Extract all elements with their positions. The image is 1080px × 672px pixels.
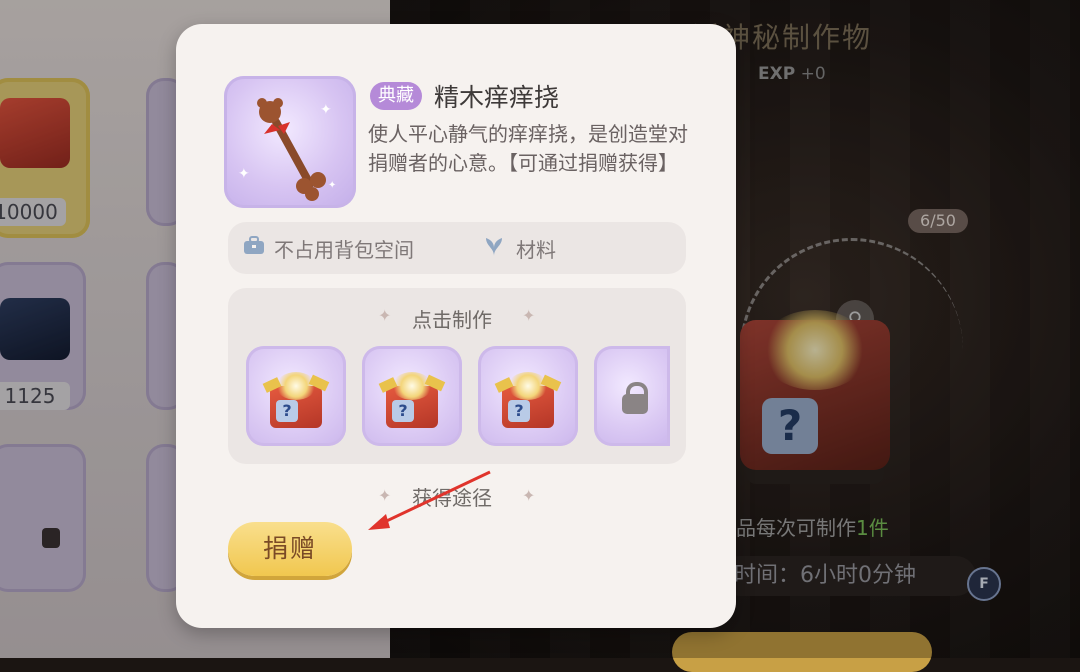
- diamond-icon: ✦: [378, 306, 392, 325]
- craft-slot[interactable]: ?: [246, 346, 346, 446]
- toolbox-icon: [244, 236, 264, 254]
- leaf-icon: [486, 238, 502, 256]
- lock-icon: [620, 382, 650, 414]
- back-scratcher-icon: [257, 98, 326, 201]
- mystery-chest-icon: ?: [494, 372, 562, 428]
- item-name: 精木痒痒挠: [434, 83, 560, 112]
- mystery-chest-icon: ?: [262, 372, 330, 428]
- donate-button[interactable]: 捐赠: [228, 522, 352, 576]
- rarity-badge: 典藏: [370, 82, 422, 110]
- item-description: 使人平心静气的痒痒挠，是创造堂对捐赠者的心意。【可通过捐赠获得】: [368, 122, 688, 175]
- item-type-text: 材料: [516, 238, 556, 262]
- craft-panel: ✦ 点击制作 ✦ ? ? ?: [228, 288, 686, 464]
- item-image: ✦ ✦ ✦: [224, 76, 356, 208]
- craft-slot[interactable]: ?: [478, 346, 578, 446]
- diamond-icon: ✦: [522, 486, 536, 505]
- craft-section-title: 点击制作: [412, 308, 492, 332]
- diamond-icon: ✦: [522, 306, 536, 325]
- item-info-bar: 不占用背包空间 材料: [228, 222, 686, 274]
- craft-slot-locked[interactable]: [594, 346, 670, 446]
- bag-space-text: 不占用背包空间: [274, 238, 414, 262]
- mystery-chest-icon: ?: [378, 372, 446, 428]
- annotation-arrow: [368, 470, 491, 530]
- craft-slot[interactable]: ?: [362, 346, 462, 446]
